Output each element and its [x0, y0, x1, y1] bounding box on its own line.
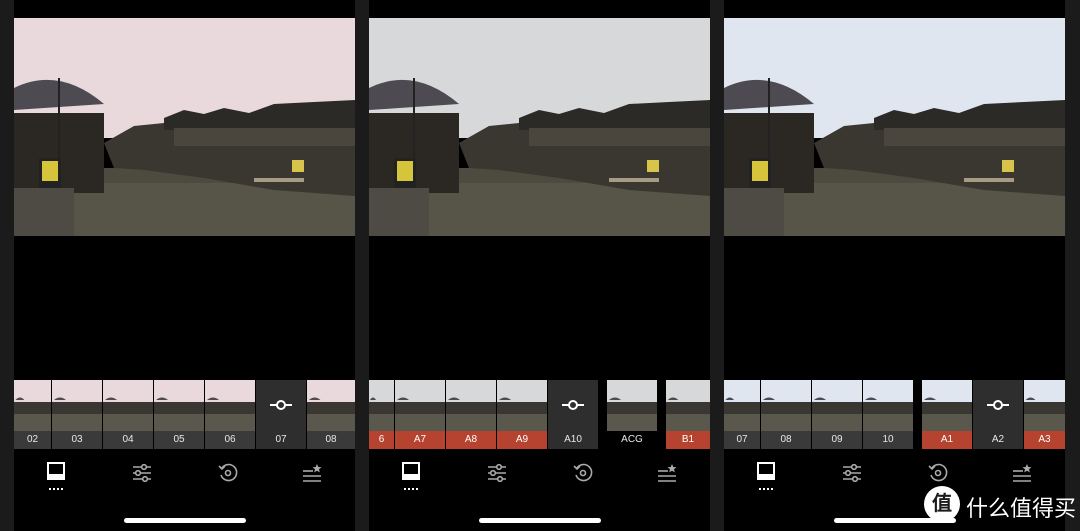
filter-label: 07 — [256, 431, 306, 449]
history-tab[interactable] — [208, 458, 248, 494]
filter-strip: 6 A7 A8 A9 A10 ACG B1 — [369, 380, 710, 449]
filter-preview — [52, 380, 102, 431]
filter-thumbnail[interactable]: A9 — [497, 380, 547, 449]
filter-label: A1 — [922, 431, 972, 449]
filter-preview — [922, 380, 972, 431]
filter-label: A8 — [446, 431, 496, 449]
filter-label: 07 — [724, 431, 760, 449]
filter-thumbnail[interactable]: 6 — [369, 380, 394, 449]
bottom-toolbar — [369, 458, 710, 498]
filter-thumbnail[interactable]: 02 — [14, 380, 51, 449]
filter-thumbnail[interactable]: A10 — [548, 380, 598, 449]
filter-label: 09 — [812, 431, 862, 449]
filter-label: 05 — [154, 431, 204, 449]
filter-preview — [724, 380, 760, 431]
filter-preview — [446, 380, 496, 431]
filter-label: 08 — [307, 431, 355, 449]
filter-strength-icon[interactable] — [562, 398, 584, 412]
presets-tab[interactable] — [647, 458, 687, 494]
filter-preview — [103, 380, 153, 431]
filter-thumbnail[interactable]: A8 — [446, 380, 496, 449]
adjust-sliders-tab[interactable] — [122, 458, 162, 494]
screen-1: 02 03 04 05 06 07 08 — [14, 0, 355, 531]
filter-label: 02 — [14, 431, 51, 449]
home-indicator[interactable] — [124, 518, 246, 523]
filter-preview — [395, 380, 445, 431]
filter-preview — [369, 380, 394, 431]
filter-label: 04 — [103, 431, 153, 449]
filter-preview — [666, 380, 710, 431]
filter-preview — [812, 380, 862, 431]
filter-thumbnail[interactable]: 05 — [154, 380, 204, 449]
filter-thumbnail[interactable]: B1 — [666, 380, 710, 449]
filter-preview — [307, 380, 355, 431]
bottom-toolbar — [14, 458, 355, 498]
filter-strip: 02 03 04 05 06 07 08 — [14, 380, 355, 449]
adjust-sliders-tab[interactable] — [477, 458, 517, 494]
edited-photo — [724, 18, 1065, 236]
filters-tab[interactable] — [391, 458, 431, 494]
filter-strip: 07 08 09 10 A1 A2 A3 — [724, 380, 1065, 449]
filter-thumbnail[interactable]: 08 — [761, 380, 811, 449]
presets-tab[interactable] — [292, 458, 332, 494]
filter-preview — [1024, 380, 1065, 431]
filter-label: A7 — [395, 431, 445, 449]
filter-preview — [154, 380, 204, 431]
watermark-text: 什么值得买 — [966, 496, 1077, 521]
watermark: 值 什么值得买 — [924, 486, 1076, 522]
filter-label: ACG — [607, 431, 657, 449]
home-indicator[interactable] — [479, 518, 601, 523]
filter-preview — [607, 380, 657, 431]
filter-thumbnail[interactable]: ACG — [607, 380, 657, 449]
filter-label: A3 — [1024, 431, 1065, 449]
history-tab[interactable] — [563, 458, 603, 494]
filter-thumbnail[interactable]: 10 — [863, 380, 913, 449]
filter-label: 08 — [761, 431, 811, 449]
watermark-logo: 值 — [924, 486, 960, 522]
filter-label: B1 — [666, 431, 710, 449]
screen-3: 07 08 09 10 A1 A2 A3 — [724, 0, 1065, 531]
filter-label: A9 — [497, 431, 547, 449]
filter-thumbnail[interactable]: 07 — [256, 380, 306, 449]
filter-preview — [497, 380, 547, 431]
filter-thumbnail[interactable]: 08 — [307, 380, 355, 449]
selected-indicator — [404, 488, 418, 490]
filter-preview — [14, 380, 51, 431]
filter-strength-icon[interactable] — [270, 398, 292, 412]
filter-thumbnail[interactable]: A2 — [973, 380, 1023, 449]
screen-2: 6 A7 A8 A9 A10 ACG B1 — [369, 0, 710, 531]
filter-thumbnail[interactable]: A1 — [922, 380, 972, 449]
filter-thumbnail[interactable]: 09 — [812, 380, 862, 449]
filter-thumbnail[interactable]: 07 — [724, 380, 760, 449]
filter-thumbnail[interactable]: 03 — [52, 380, 102, 449]
filter-label: A10 — [548, 431, 598, 449]
filter-thumbnail[interactable]: A3 — [1024, 380, 1065, 449]
selected-indicator — [49, 488, 63, 490]
filter-label: 6 — [369, 431, 394, 449]
edited-photo — [14, 18, 355, 236]
filter-label: 10 — [863, 431, 913, 449]
edited-photo — [369, 18, 710, 236]
filter-label: 03 — [52, 431, 102, 449]
filters-tab[interactable] — [746, 458, 786, 494]
filter-preview — [205, 380, 255, 431]
filter-thumbnail[interactable]: A7 — [395, 380, 445, 449]
filter-label: 06 — [205, 431, 255, 449]
filter-thumbnail[interactable]: 06 — [205, 380, 255, 449]
filters-tab[interactable] — [36, 458, 76, 494]
adjust-sliders-tab[interactable] — [832, 458, 872, 494]
filter-strength-icon[interactable] — [987, 398, 1009, 412]
filter-label: A2 — [973, 431, 1023, 449]
filter-thumbnail[interactable]: 04 — [103, 380, 153, 449]
selected-indicator — [759, 488, 773, 490]
filter-preview — [761, 380, 811, 431]
filter-preview — [863, 380, 913, 431]
